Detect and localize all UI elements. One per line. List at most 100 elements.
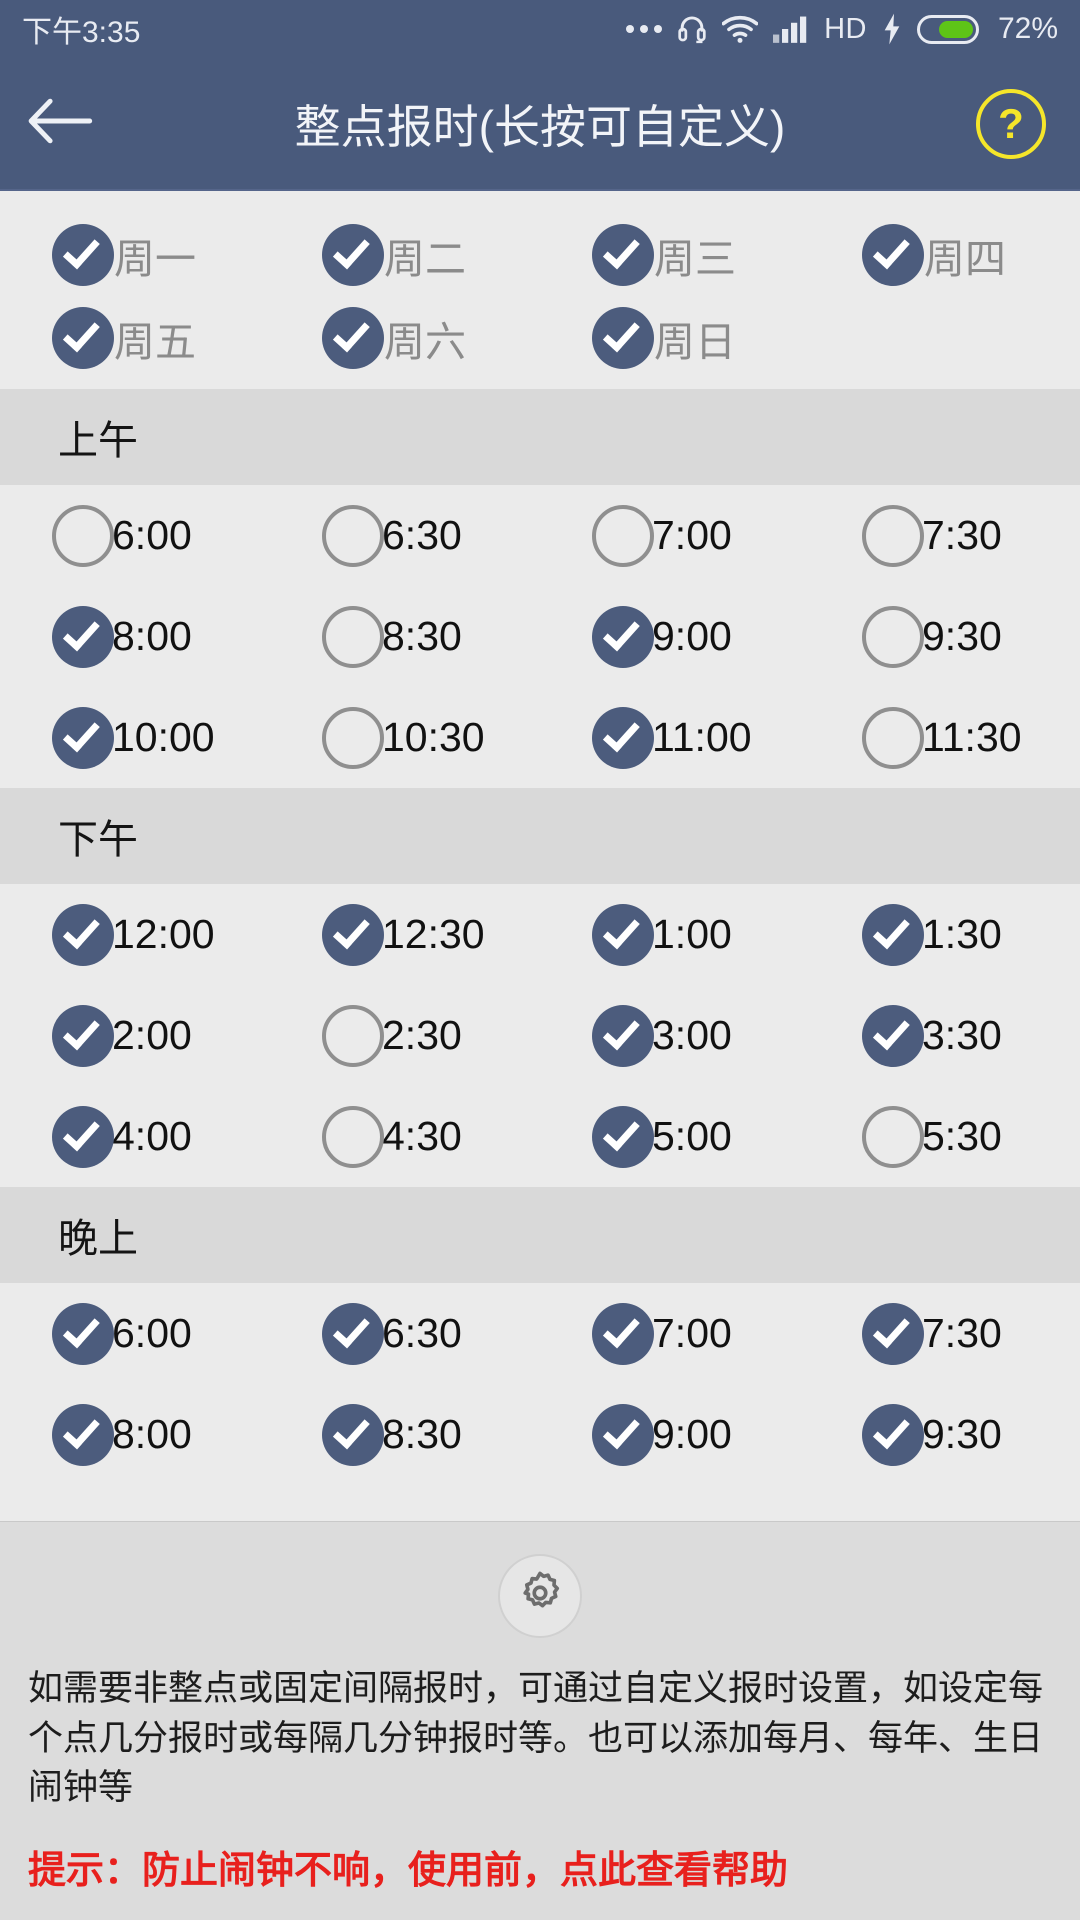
checkbox-checked-icon[interactable] [862,223,924,286]
time-option[interactable]: 4:00 [0,1105,270,1168]
time-option[interactable]: 9:30 [810,605,1080,668]
checkbox-checked-icon[interactable] [322,306,384,369]
checkbox-checked-icon[interactable] [52,306,114,369]
time-option[interactable]: 12:00 [0,903,270,966]
checkbox-unchecked-icon[interactable] [322,1105,384,1168]
checkbox-checked-icon[interactable] [322,1403,384,1466]
option-label: 9:00 [652,1411,732,1457]
checkbox-checked-icon[interactable] [592,605,654,668]
checkbox-checked-icon[interactable] [592,1004,654,1067]
option-label: 9:30 [922,1411,1002,1457]
check-mark-icon [332,1310,370,1349]
time-option[interactable]: 1:00 [540,903,810,966]
time-option[interactable]: 10:30 [270,706,540,769]
time-option[interactable]: 7:30 [810,504,1080,567]
checkbox-checked-icon[interactable] [592,1105,654,1168]
time-option[interactable]: 8:30 [270,605,540,668]
time-option[interactable]: 8:00 [0,1403,270,1466]
weekday-option[interactable]: 周六 [270,306,540,369]
time-option[interactable]: 9:30 [810,1403,1080,1466]
time-option[interactable]: 12:30 [270,903,540,966]
checkbox-unchecked-icon[interactable] [322,504,384,567]
checkbox-unchecked-icon[interactable] [862,1105,924,1168]
option-label: 2:00 [112,1012,192,1058]
weekday-option[interactable]: 周四 [810,223,1080,286]
time-option[interactable]: 11:30 [810,706,1080,769]
time-option[interactable]: 6:30 [270,1302,540,1365]
footer-warning-link[interactable]: 提示：防止闹钟不响，使用前，点此查看帮助 [0,1813,1080,1920]
checkbox-checked-icon[interactable] [322,903,384,966]
time-option[interactable]: 8:00 [0,605,270,668]
checkbox-checked-icon[interactable] [862,903,924,966]
checkbox-checked-icon[interactable] [322,223,384,286]
checkbox-checked-icon[interactable] [52,1105,114,1168]
weekday-option[interactable]: 周五 [0,306,270,369]
back-button[interactable] [0,57,120,190]
time-option[interactable]: 3:00 [540,1004,810,1067]
checkbox-checked-icon[interactable] [592,1302,654,1365]
checkbox-checked-icon[interactable] [52,1004,114,1067]
time-option[interactable]: 2:00 [0,1004,270,1067]
time-option[interactable]: 9:00 [540,1403,810,1466]
checkbox-unchecked-icon[interactable] [592,504,654,567]
checkbox-checked-icon[interactable] [862,1302,924,1365]
time-option[interactable]: 7:00 [540,504,810,567]
time-option[interactable]: 3:30 [810,1004,1080,1067]
time-option[interactable]: 11:00 [540,706,810,769]
checkbox-checked-icon[interactable] [52,1302,114,1365]
check-mark-icon [62,911,100,950]
option-label: 11:30 [922,714,1022,760]
battery-percent-label: 72% [997,12,1058,45]
time-option[interactable]: 7:00 [540,1302,810,1365]
section-title: 上午 [58,419,138,463]
checkbox-unchecked-icon[interactable] [862,504,924,567]
time-option[interactable]: 5:00 [540,1105,810,1168]
time-option[interactable]: 6:00 [0,504,270,567]
checkbox-unchecked-icon[interactable] [862,706,924,769]
option-label: 8:00 [112,1411,192,1457]
checkbox-checked-icon[interactable] [592,223,654,286]
time-option[interactable]: 6:00 [0,1302,270,1365]
option-label: 周三 [654,235,736,282]
time-option[interactable]: 10:00 [0,706,270,769]
checkbox-unchecked-icon[interactable] [322,1004,384,1067]
weekday-option[interactable]: 周一 [0,223,270,286]
time-option[interactable]: 2:30 [270,1004,540,1067]
checkbox-checked-icon[interactable] [52,1403,114,1466]
option-row: 6:00 6:30 7:00 7:30 [0,485,1080,586]
check-mark-icon [602,1411,640,1450]
checkbox-unchecked-icon[interactable] [862,605,924,668]
weekday-option[interactable]: 周三 [540,223,810,286]
time-option[interactable]: 1:30 [810,903,1080,966]
time-option[interactable]: 8:30 [270,1403,540,1466]
check-mark-icon [872,1310,910,1349]
time-option[interactable]: 5:30 [810,1105,1080,1168]
option-label: 2:30 [382,1012,462,1058]
checkbox-checked-icon[interactable] [862,1403,924,1466]
checkbox-checked-icon[interactable] [592,306,654,369]
checkbox-unchecked-icon[interactable] [52,504,114,567]
time-option[interactable]: 4:30 [270,1105,540,1168]
checkbox-checked-icon[interactable] [52,903,114,966]
check-mark-icon [872,1012,910,1051]
checkbox-checked-icon[interactable] [52,706,114,769]
weekday-option[interactable]: 周二 [270,223,540,286]
checkbox-unchecked-icon[interactable] [322,605,384,668]
time-option[interactable]: 7:30 [810,1302,1080,1365]
help-button[interactable]: ? [976,88,1046,159]
option-label: 4:00 [112,1113,192,1159]
option-label: 1:00 [652,911,732,957]
checkbox-checked-icon[interactable] [592,903,654,966]
weekday-option[interactable]: 周日 [540,306,810,369]
time-option[interactable]: 9:00 [540,605,810,668]
checkbox-checked-icon[interactable] [52,223,114,286]
settings-button[interactable] [498,1553,582,1638]
checkbox-checked-icon[interactable] [862,1004,924,1067]
checkbox-checked-icon[interactable] [52,605,114,668]
checkbox-checked-icon[interactable] [592,1403,654,1466]
checkbox-checked-icon[interactable] [592,706,654,769]
option-label: 10:00 [112,714,215,760]
time-option[interactable]: 6:30 [270,504,540,567]
checkbox-checked-icon[interactable] [322,1302,384,1365]
checkbox-unchecked-icon[interactable] [322,706,384,769]
